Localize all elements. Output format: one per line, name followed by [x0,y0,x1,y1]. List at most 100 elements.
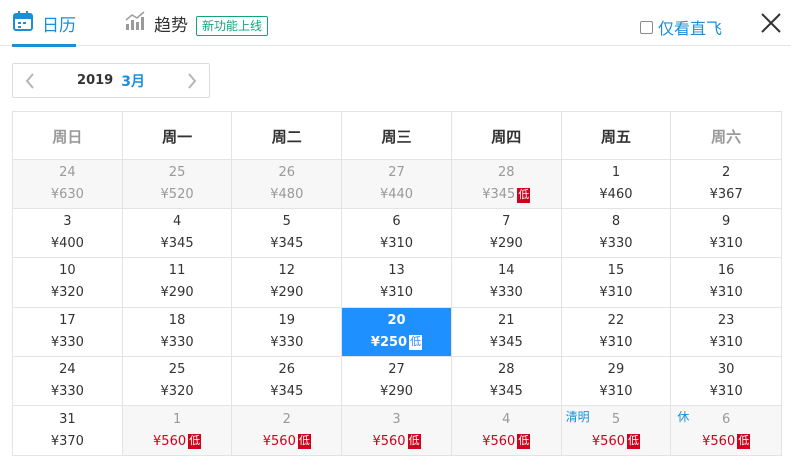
calendar-day[interactable]: 10 ¥320 [13,258,123,307]
day-price: ¥400 [50,236,84,252]
calendar-day[interactable]: 3 ¥400 [13,209,123,258]
calendar-day[interactable]: 7 ¥290 [451,209,562,258]
day-number: 3 [63,214,72,230]
tab-trend[interactable]: 趋势 [124,0,188,46]
next-month-button[interactable] [177,64,207,97]
weekday-tue: 周二 [232,112,343,160]
calendar-day[interactable]: 5 ¥345 [232,209,343,258]
weekday-mon: 周一 [123,112,233,160]
calendar-day[interactable]: 26 ¥345 [232,356,343,405]
calendar-day[interactable]: 2 ¥560 低 [232,405,343,456]
day-number: 1 [611,165,621,181]
day-number: 10 [59,263,76,279]
direct-flight-checkbox[interactable] [640,20,653,34]
calendar-day[interactable]: 29 ¥310 [561,356,672,405]
direct-flight-filter[interactable]: 仅看直飞 [640,15,722,39]
low-price-tag: 低 [517,434,531,450]
calendar-day[interactable]: 11 ¥290 [122,258,233,307]
day-price-wrap: ¥310 [380,235,413,253]
day-price: ¥310 [709,383,743,399]
day-price-wrap: ¥560 低 [153,433,202,451]
day-price: ¥290 [379,383,414,399]
day-price: ¥310 [709,285,743,301]
day-price: ¥345 [489,383,523,399]
calendar-day[interactable]: 6 ¥310 [342,209,452,258]
day-price: ¥345 [482,187,516,203]
calendar-day[interactable]: 25 ¥320 [122,356,233,405]
low-price-tag: 低 [737,434,751,450]
day-price-wrap: ¥330 [51,334,84,352]
day-number: 27 [388,361,405,377]
calendar-day[interactable]: 清明 5 ¥560 低 [561,405,672,456]
weekday-fri: 周五 [562,112,672,160]
day-number: 24 [59,361,76,377]
month-selector: 2019 3月 [12,63,210,98]
day-number: 4 [172,214,182,230]
calendar-week-row: 24 ¥330 25 ¥320 26 ¥345 27 ¥290 28 ¥345 29 ¥310 30 ¥3… [13,356,782,406]
calendar-day[interactable]: 9 ¥310 [671,209,782,258]
calendar-day[interactable]: 24 ¥330 [13,356,123,405]
day-price-wrap: ¥345 [161,235,194,253]
day-price-wrap: ¥345 [490,383,523,401]
calendar-day[interactable]: 30 ¥310 [671,356,782,405]
calendar-day[interactable]: 休 6 ¥560 低 [671,405,782,456]
calendar-day[interactable]: 23 ¥310 [671,307,782,356]
calendar-day: 26 ¥480 [232,160,343,209]
day-number: 25 [168,165,186,181]
day-price: ¥310 [599,334,633,350]
calendar-day[interactable]: 1 ¥560 低 [122,405,233,456]
calendar-day: 28 ¥345 低 [451,160,562,209]
day-price: ¥310 [709,334,743,350]
day-price: ¥560 [153,433,187,449]
day-price: ¥320 [160,383,194,399]
calendar-day[interactable]: 3 ¥560 低 [342,405,452,456]
day-price-wrap: ¥290 [161,284,194,302]
day-price-wrap: ¥560 低 [372,433,421,451]
calendar-day[interactable]: 16 ¥310 [671,258,782,307]
tab-calendar[interactable]: 日历 [12,0,76,47]
weekday-wed: 周三 [342,112,452,160]
day-price-wrap: ¥345 [270,235,303,253]
calendar-day-selected[interactable]: 20 ¥250 低 [342,307,452,356]
day-price-wrap: ¥367 [710,186,743,204]
calendar-day[interactable]: 19 ¥330 [232,307,343,356]
calendar-grid: 周日 周一 周二 周三 周四 周五 周六 24 ¥630 25 ¥520 26 ¥480 2… [12,111,782,456]
day-number: 6 [722,411,731,427]
day-number: 11 [168,263,186,279]
calendar-day[interactable]: 17 ¥330 [13,307,123,356]
day-price: ¥290 [160,285,194,301]
calendar-day[interactable]: 8 ¥330 [561,209,672,258]
calendar-day[interactable]: 13 ¥310 [342,258,452,307]
calendar-week-row: 24 ¥630 25 ¥520 26 ¥480 27 ¥440 28 ¥345 低 1 ¥460 2 ¥36… [13,160,782,210]
calendar-day[interactable]: 22 ¥310 [561,307,672,356]
calendar-day[interactable]: 4 ¥345 [122,209,233,258]
trend-chart-icon [124,10,146,36]
direct-flight-label: 仅看直飞 [658,19,723,38]
calendar-day[interactable]: 1 ¥460 [561,160,672,209]
tab-trend-label: 趋势 [154,15,188,36]
day-price-wrap: ¥310 [710,284,743,302]
calendar-day[interactable]: 31 ¥370 [13,405,123,456]
day-price-wrap: ¥630 [51,186,84,204]
calendar-day[interactable]: 12 ¥290 [232,258,343,307]
day-price-wrap: ¥520 [161,186,194,204]
calendar-day[interactable]: 28 ¥345 [451,356,562,405]
calendar-day[interactable]: 2 ¥367 [671,160,782,209]
close-icon[interactable] [758,10,784,36]
calendar-day[interactable]: 15 ¥310 [561,258,672,307]
day-number: 18 [168,312,186,328]
calendar-day[interactable]: 14 ¥330 [451,258,562,307]
day-price-wrap: ¥330 [599,235,632,253]
holiday-label: 清明 [565,409,590,424]
calendar-day[interactable]: 21 ¥345 [451,307,562,356]
day-number: 19 [278,312,296,328]
day-number: 29 [607,361,625,377]
day-price: ¥330 [270,334,304,350]
day-price-wrap: ¥560 低 [702,433,751,451]
calendar-day[interactable]: 27 ¥290 [342,356,452,405]
new-feature-badge: 新功能上线 [196,16,269,36]
day-price: ¥370 [50,433,84,449]
calendar-day[interactable]: 18 ¥330 [122,307,233,356]
calendar-day[interactable]: 4 ¥560 低 [451,405,562,456]
day-number: 2 [722,165,731,181]
